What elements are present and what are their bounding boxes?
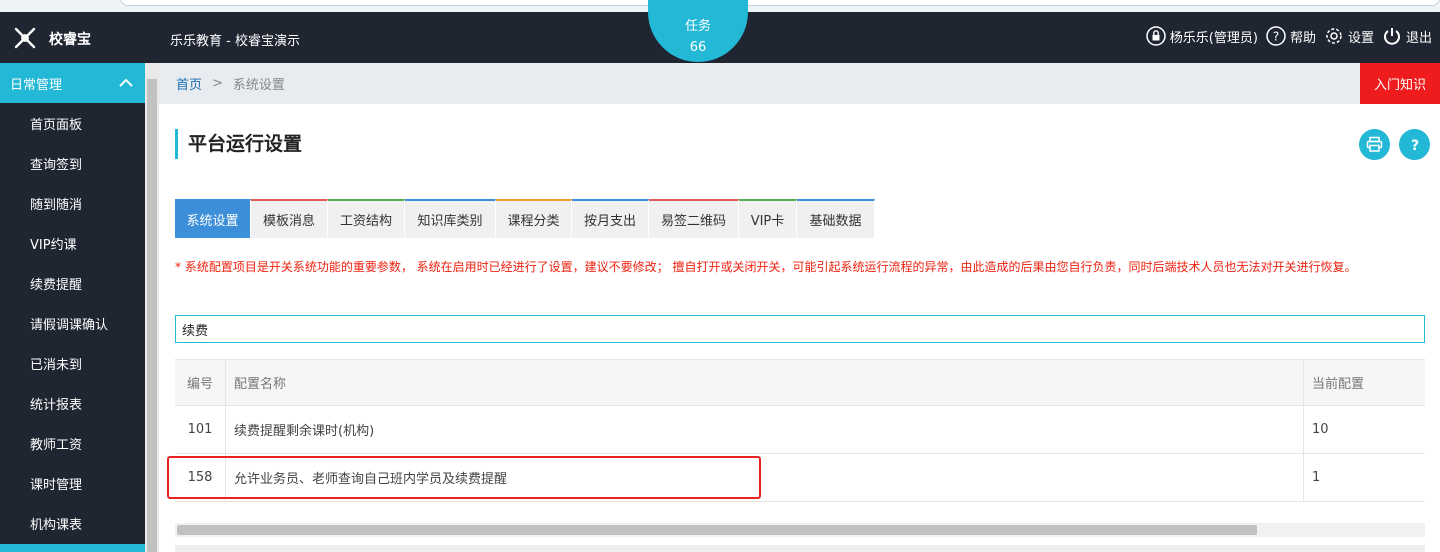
header-current[interactable]: 当前配置 [1304, 360, 1425, 405]
sidebar-item-dashboard[interactable]: 首页面板 [0, 103, 145, 143]
breadcrumb-home[interactable]: 首页 [176, 74, 202, 93]
tab-label: VIP卡 [750, 214, 785, 229]
tab-course-category[interactable]: 课程分类 [496, 199, 572, 238]
table-footer [175, 545, 1425, 552]
tab-label: 系统设置 [186, 214, 239, 229]
table-scrollbar[interactable] [175, 523, 1425, 537]
page-title: 平台运行设置 [175, 129, 302, 159]
sidebar-item-label: 首页面板 [30, 117, 83, 133]
sidebar: 日常管理 首页面板 查询签到 随到随消 VIP约课 续费提醒 请假调课确认 已消… [0, 63, 145, 552]
tab-label: 按月支出 [583, 214, 636, 229]
tab-label: 知识库类别 [417, 214, 483, 229]
header-name[interactable]: 配置名称 [226, 360, 1304, 405]
tab-salary-structure[interactable]: 工资结构 [328, 199, 405, 238]
help-label: 帮助 [1289, 30, 1316, 46]
sidebar-item-teacher-salary[interactable]: 教师工资 [0, 423, 145, 463]
task-count: 66 [689, 40, 707, 55]
breadcrumb: 首页 > 系统设置 [159, 63, 1440, 104]
settings-label: 设置 [1347, 30, 1374, 46]
sidebar-item-label: 续费提醒 [30, 277, 83, 293]
sidebar-next-section[interactable] [0, 544, 145, 552]
table-row[interactable]: 101 续费提醒剩余课时(机构) 10 [175, 406, 1425, 454]
question-icon: ? [1410, 138, 1418, 153]
warning-text: * 系统配置项目是开关系统功能的重要参数， 系统在启用时已经进行了设置，建议不要… [175, 260, 1357, 274]
settings-tabs: 系统设置 模板消息 工资结构 知识库类别 课程分类 按月支出 易签二维码 VIP… [175, 199, 875, 238]
user-name: 杨乐乐(管理员) [1169, 30, 1258, 46]
breadcrumb-current: 系统设置 [232, 78, 285, 93]
org-title: 乐乐教育 - 校睿宝演示 [170, 34, 300, 49]
sidebar-item-label: 统计报表 [30, 397, 83, 413]
cell-current[interactable]: 1 [1304, 454, 1425, 501]
task-label: 任务 [684, 19, 711, 34]
sidebar-item-renewal-reminder[interactable]: 续费提醒 [0, 263, 145, 303]
tab-label: 易签二维码 [660, 214, 726, 229]
sidebar-item-label: 机构课表 [30, 517, 83, 533]
gear-icon [1326, 28, 1342, 44]
chevron-up-icon [119, 78, 133, 87]
cell-name: 续费提醒剩余课时(机构) [226, 406, 1304, 453]
header-id[interactable]: 编号 [175, 360, 226, 405]
tab-base-data[interactable]: 基础数据 [797, 199, 875, 238]
logout-label: 退出 [1405, 30, 1432, 46]
sidebar-section-daily[interactable]: 日常管理 [0, 63, 145, 103]
tab-template-messages[interactable]: 模板消息 [251, 199, 328, 238]
logo-icon [14, 27, 36, 49]
sidebar-item-absent[interactable]: 已消未到 [0, 343, 145, 383]
logo-text: 校睿宝 [49, 32, 91, 48]
sidebar-item-vip-booking[interactable]: VIP约课 [0, 223, 145, 263]
sidebar-item-schedule[interactable]: 机构课表 [0, 503, 145, 543]
svg-text:?: ? [1410, 138, 1418, 153]
tab-qr-code[interactable]: 易签二维码 [649, 199, 739, 238]
scrollbar-thumb[interactable] [147, 79, 157, 552]
sidebar-item-label: 请假调课确认 [30, 317, 109, 333]
user-menu[interactable]: 杨乐乐(管理员) [1146, 26, 1258, 46]
search-input[interactable] [175, 315, 1425, 343]
breadcrumb-separator: > [212, 76, 223, 91]
tab-system-settings[interactable]: 系统设置 [175, 199, 251, 238]
sidebar-item-label: 随到随消 [30, 197, 83, 213]
top-header: 校睿宝 乐乐教育 - 校睿宝演示 任务 66 杨乐乐(管理员) ? 帮助 设置 … [0, 0, 1440, 63]
sidebar-item-leave-confirm[interactable]: 请假调课确认 [0, 303, 145, 343]
sidebar-item-reports[interactable]: 统计报表 [0, 383, 145, 423]
power-icon [1384, 28, 1400, 45]
tab-knowledge-category[interactable]: 知识库类别 [405, 199, 496, 238]
sidebar-item-label: 课时管理 [30, 477, 83, 493]
sidebar-section-label: 日常管理 [10, 77, 63, 93]
sidebar-item-label: 查询签到 [30, 157, 83, 173]
settings-link[interactable]: 设置 [1324, 26, 1374, 46]
tab-monthly-expense[interactable]: 按月支出 [572, 199, 649, 238]
print-button[interactable] [1359, 129, 1390, 160]
cell-id: 101 [175, 406, 226, 453]
print-icon [1366, 136, 1383, 152]
cell-current[interactable]: 10 [1304, 406, 1425, 453]
task-button[interactable]: 任务 66 [648, 0, 748, 62]
sidebar-item-checkin[interactable]: 查询签到 [0, 143, 145, 183]
tab-label: 课程分类 [507, 214, 560, 229]
svg-text:?: ? [1273, 30, 1279, 44]
help-link[interactable]: ? 帮助 [1266, 26, 1316, 46]
sidebar-item-label: VIP约课 [30, 237, 77, 253]
tab-label: 模板消息 [262, 214, 315, 229]
sidebar-item-hours[interactable]: 课时管理 [0, 463, 145, 503]
question-circle-icon: ? [1266, 26, 1286, 46]
lock-icon [1146, 26, 1166, 46]
scrollbar-thumb[interactable] [177, 525, 1257, 535]
table-header-row: 编号 配置名称 当前配置 [175, 360, 1425, 406]
sidebar-item-label: 已消未到 [30, 357, 83, 373]
page-help-button[interactable]: ? [1399, 129, 1430, 160]
intro-knowledge-button[interactable]: 入门知识 [1360, 63, 1440, 104]
sidebar-scrollbar[interactable] [145, 63, 159, 552]
tab-label: 工资结构 [339, 214, 392, 229]
sidebar-item-walkin[interactable]: 随到随消 [0, 183, 145, 223]
tab-vip-card[interactable]: VIP卡 [739, 199, 797, 238]
highlight-box [167, 456, 761, 499]
sidebar-item-label: 教师工资 [30, 437, 83, 453]
tab-label: 基础数据 [809, 214, 862, 229]
logout-link[interactable]: 退出 [1382, 26, 1432, 46]
address-bar [120, 0, 1440, 6]
